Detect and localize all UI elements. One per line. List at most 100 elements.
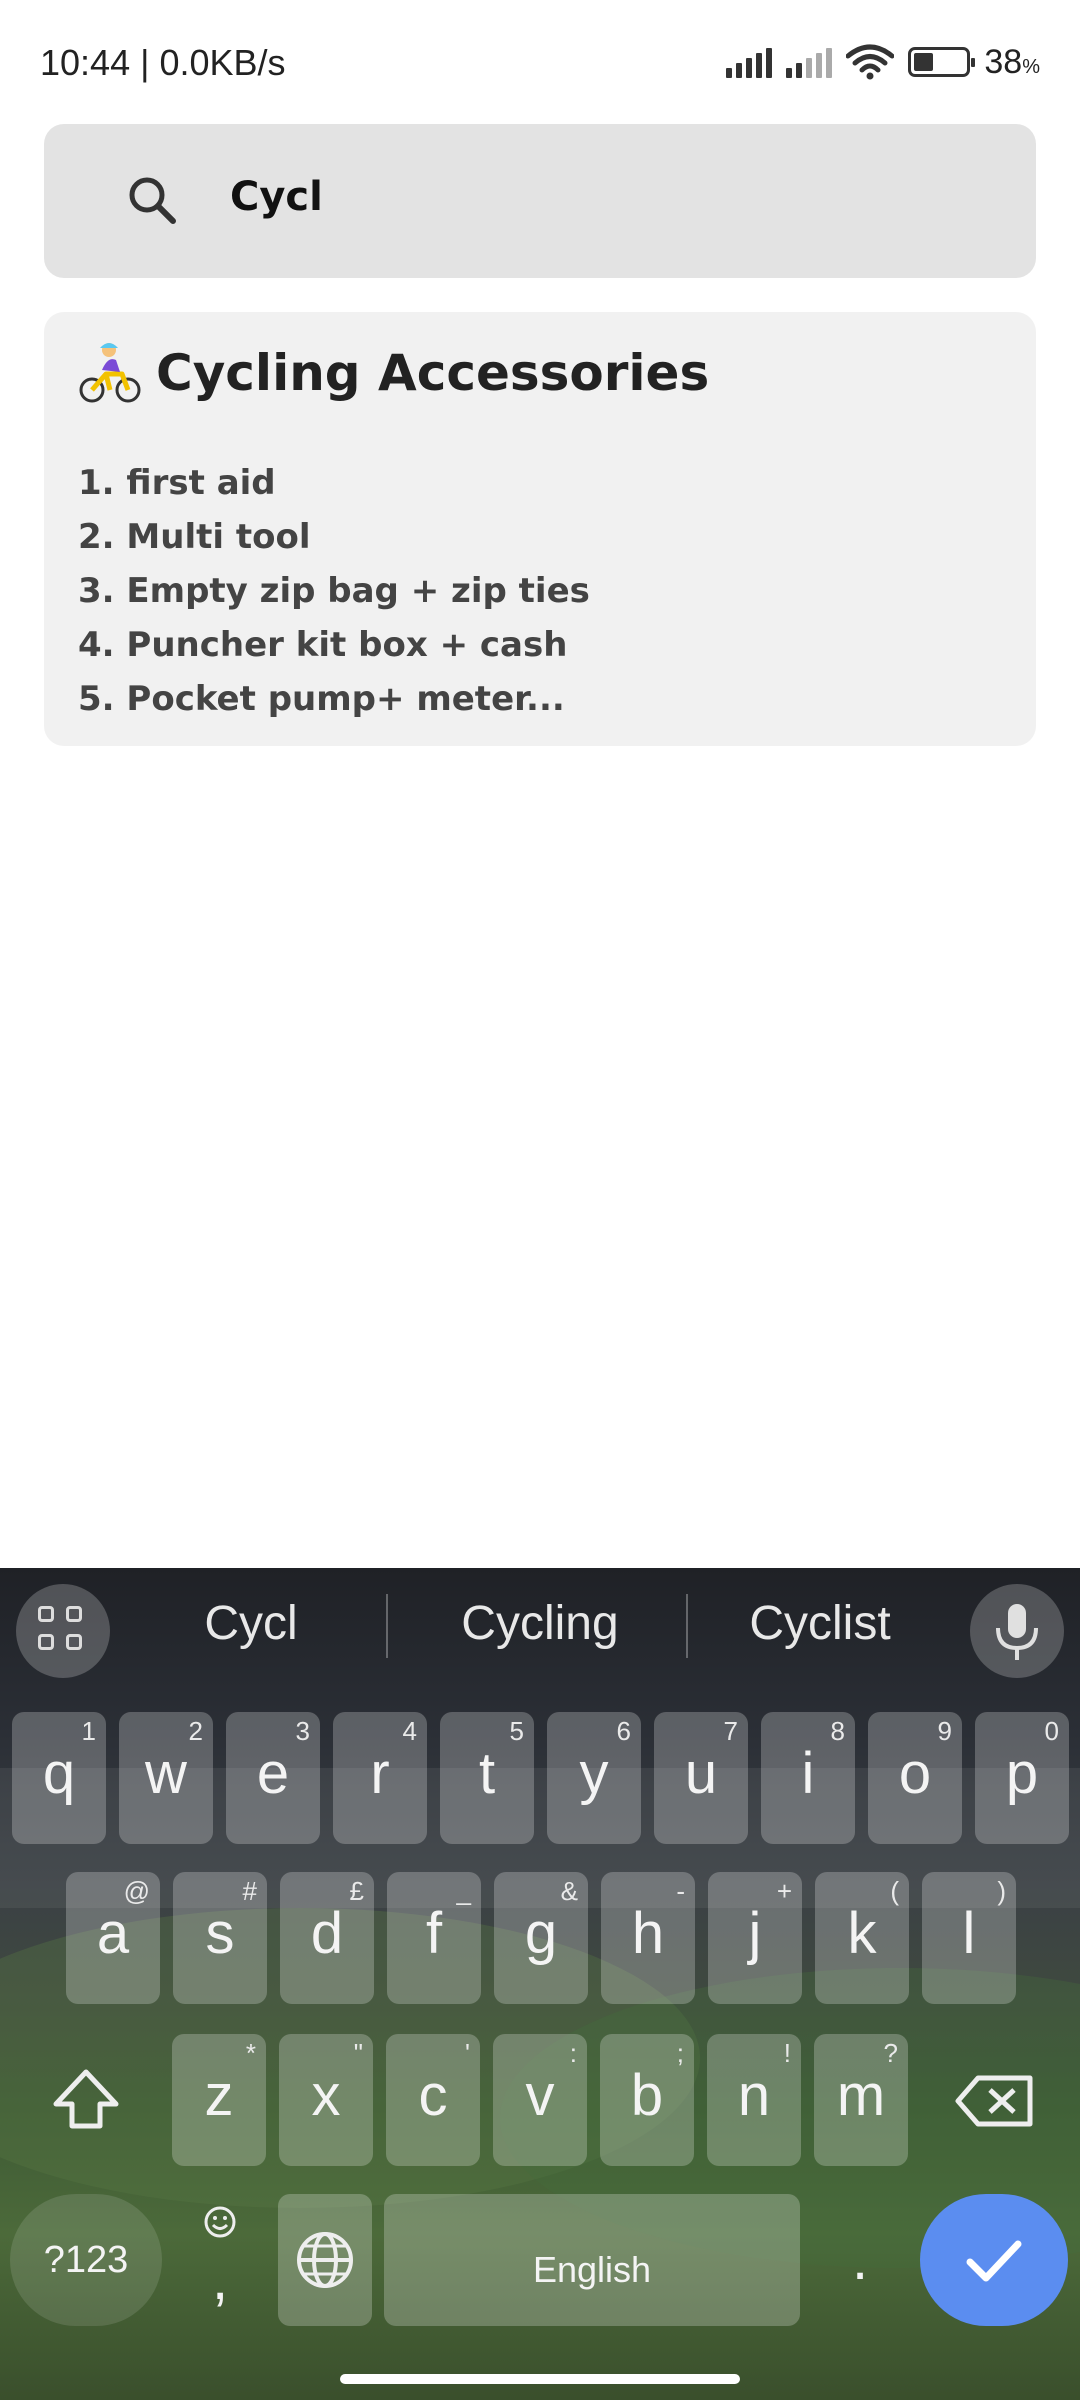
key-label: x [311, 2063, 341, 2128]
list-item: 5. Pocket pump+ meter... [78, 679, 565, 719]
enter-key[interactable] [920, 2194, 1068, 2326]
search-icon [129, 177, 176, 224]
space-key[interactable]: English [384, 2194, 800, 2326]
key-s[interactable]: # s [173, 1872, 267, 2004]
shift-arrow-icon [53, 2069, 119, 2129]
key-label: g [524, 1901, 558, 1966]
key-h[interactable]: -h [601, 1872, 695, 2004]
key-i[interactable]: 8i [761, 1712, 855, 1844]
signal-2-icon [786, 46, 833, 78]
key-label: o [898, 1741, 932, 1806]
suggestion-3[interactable]: Cyclist [700, 1594, 940, 1654]
signal-icon [726, 46, 773, 78]
key-q[interactable]: 1q [12, 1712, 106, 1844]
key-label: n [737, 2063, 771, 2128]
language-key[interactable] [278, 2194, 372, 2326]
key-label: j [748, 1901, 762, 1966]
grid-icon [38, 1634, 54, 1650]
key-label: c [418, 2063, 448, 2128]
note-title: Cycling Accessories [156, 344, 710, 402]
grid-icon [66, 1634, 82, 1650]
key-label: m [836, 2063, 886, 2128]
note-card[interactable]: Cycling Accessories 1. first aid 2. Mult… [44, 312, 1036, 746]
key-a[interactable]: @ a [66, 1872, 160, 2004]
key-v[interactable]: :v [493, 2034, 587, 2166]
shift-key[interactable] [10, 2034, 162, 2166]
key-label: a [96, 1901, 130, 1966]
battery-icon [908, 47, 976, 77]
list-item: 1. first aid [78, 463, 276, 503]
apps-grid-button[interactable] [16, 1584, 110, 1678]
grid-icon [38, 1606, 54, 1622]
key-k[interactable]: (k [815, 1872, 909, 2004]
key-label: u [684, 1741, 718, 1806]
key-label: d [310, 1901, 344, 1966]
key-label: r [370, 1741, 390, 1806]
comma-key[interactable]: , [172, 2194, 268, 2326]
key-label: k [847, 1901, 877, 1966]
key-r[interactable]: 4r [333, 1712, 427, 1844]
list-item: 3. Empty zip bag + zip ties [78, 571, 590, 611]
key-label: v [525, 2063, 555, 2128]
key-z[interactable]: * z [172, 2034, 266, 2166]
symbols-key-label: ?123 [43, 2239, 129, 2281]
key-w[interactable]: 2w [119, 1712, 213, 1844]
key-n[interactable]: ! n [707, 2034, 801, 2166]
globe-icon [297, 2232, 353, 2288]
key-label: w [145, 1741, 187, 1806]
grid-icon [66, 1606, 82, 1622]
voice-input-button[interactable] [970, 1584, 1064, 1678]
key-label: l [962, 1901, 976, 1966]
navigation-handle[interactable] [340, 2374, 740, 2384]
key-e[interactable]: 3e [226, 1712, 320, 1844]
key-d[interactable]: £ d [280, 1872, 374, 2004]
checkmark-icon [966, 2240, 1022, 2282]
key-label: s [205, 1901, 235, 1966]
status-time: 10:44 | 0.0KB/s [40, 42, 286, 83]
key-label: b [630, 2063, 664, 2128]
key-label: e [256, 1741, 290, 1806]
suggestion-1[interactable]: Cycl [140, 1594, 362, 1654]
key-label: q [42, 1741, 76, 1806]
suggestion-2[interactable]: Cycling [410, 1594, 670, 1654]
microphone-icon [996, 1604, 1038, 1660]
key-p[interactable]: 0p [975, 1712, 1069, 1844]
key-label: z [204, 2063, 234, 2128]
key-label: i [801, 1741, 815, 1806]
battery-percent: 38% [984, 42, 1040, 81]
comma-key-label: , [211, 2247, 229, 2312]
woman-biking-icon [79, 343, 141, 403]
key-b[interactable]: ; b [600, 2034, 694, 2166]
key-l[interactable]: ) l [922, 1872, 1016, 2004]
key-o[interactable]: 9o [868, 1712, 962, 1844]
key-j[interactable]: + j [708, 1872, 802, 2004]
suggestion-divider [686, 1594, 688, 1658]
search-bar[interactable]: Cycl [44, 124, 1036, 278]
battery-level [914, 53, 934, 71]
key-x[interactable]: " x [279, 2034, 373, 2166]
key-f[interactable]: _ f [387, 1872, 481, 2004]
status-bar: 10:44 | 0.0KB/s 38% [0, 0, 1080, 120]
key-label: y [579, 1741, 609, 1806]
backspace-key[interactable] [918, 2034, 1070, 2166]
wifi-icon [846, 44, 895, 80]
key-m[interactable]: ? m [814, 2034, 908, 2166]
note-list: 1. first aid 2. Multi tool 3. Empty zip … [78, 456, 590, 726]
period-key[interactable]: . [812, 2194, 908, 2326]
key-y[interactable]: 6y [547, 1712, 641, 1844]
emoji-icon [204, 2206, 236, 2238]
key-label: p [1005, 1741, 1039, 1806]
key-label: h [631, 1901, 665, 1966]
key-t[interactable]: 5t [440, 1712, 534, 1844]
status-icons: 38% [726, 42, 1040, 82]
backspace-icon [955, 2075, 1033, 2127]
search-input[interactable]: Cycl [230, 174, 323, 220]
key-c[interactable]: ' c [386, 2034, 480, 2166]
keyboard: Cycl Cycling Cyclist 1q2w3e4r5t6y7u8i9o0… [0, 1568, 1080, 2400]
symbols-key[interactable]: ?123 [10, 2194, 162, 2326]
suggestion-bar: Cycl Cycling Cyclist [0, 1568, 1080, 1688]
period-key-label: . [851, 2227, 869, 2292]
key-u[interactable]: 7u [654, 1712, 748, 1844]
key-g[interactable]: & g [494, 1872, 588, 2004]
list-item: 4. Puncher kit box + cash [78, 625, 568, 665]
